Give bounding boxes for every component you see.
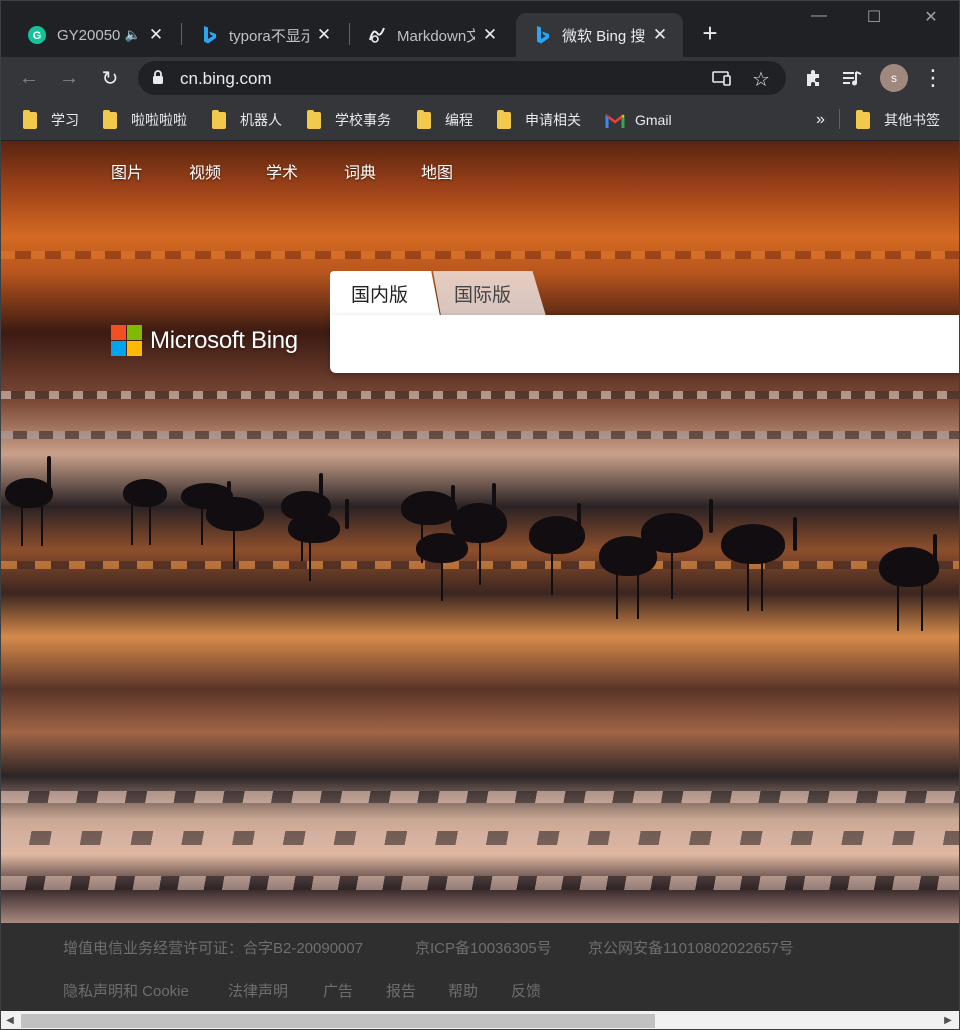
bookmark-label: Gmail [635,112,672,128]
footer-report-link[interactable]: 报告 [386,980,416,1001]
horizontal-scrollbar[interactable]: ◀ ▶ [1,1011,959,1029]
bookmark-label: 学校事务 [335,112,391,128]
svg-text:G: G [33,30,42,42]
forward-button[interactable]: → [52,61,86,95]
bookmark-label: 啦啦啦啦 [131,112,187,128]
bookmark-label: 机器人 [240,112,282,128]
scroll-left-arrow[interactable]: ◀ [3,1014,17,1028]
bing-icon [532,25,552,45]
bing-icon [199,25,219,45]
bookmarks-overflow-button[interactable]: » [816,107,825,133]
tab-title: GY20050 [57,26,121,44]
bookmarks-bar: 学习 啦啦啦啦 机器人 学校事务 编程 申请相关 Gmail » 其他书签 [1,99,959,141]
footer-license-text[interactable]: 增值电信业务经营许可证：合字B2-20090007 [63,937,363,958]
bookmark-gmail[interactable]: Gmail [605,107,672,133]
speaker-icon[interactable]: 🔈 [125,27,141,43]
sand-ripple [1,876,959,890]
search-input[interactable] [330,315,959,373]
water-ripple [1,391,959,399]
menu-icon[interactable]: ⋮ [916,61,950,95]
logo-text: Microsoft Bing [150,326,298,354]
footer-privacy-link[interactable]: 隐私声明和 Cookie [63,980,189,1001]
tab-title: 微软 Bing 搜 [562,27,645,45]
gmail-icon [605,113,625,128]
nav-videos[interactable]: 视频 [189,159,221,182]
footer-help-link[interactable]: 帮助 [448,980,478,1001]
folder-icon [307,109,321,129]
tab-grammarly[interactable]: G GY20050 🔈 ✕ [11,13,179,57]
nav-academic[interactable]: 学术 [266,159,298,182]
address-bar[interactable]: cn.bing.com ☆ [138,61,786,95]
tab-divider [181,23,182,45]
bookmark-folder[interactable]: 学校事务 [307,107,391,133]
back-button[interactable]: ← [12,61,46,95]
water-ripple [1,431,959,439]
new-tab-button[interactable]: + [696,19,724,47]
folder-icon [417,109,431,129]
tab-title: Markdown文 [397,27,475,45]
media-control-icon[interactable] [835,61,869,95]
nav-images[interactable]: 图片 [111,159,143,182]
bookmark-folder[interactable]: 学习 [23,107,79,133]
close-window-button[interactable]: ✕ [909,7,953,31]
footer-ads-link[interactable]: 广告 [323,980,353,1001]
nav-maps[interactable]: 地图 [421,159,453,182]
page-footer: 增值电信业务经营许可证：合字B2-20090007 京ICP备10036305号… [1,923,959,1011]
microsoft-logo-icon [111,325,142,356]
tab-international[interactable]: 国际版 [433,271,546,316]
browser-window: G GY20050 🔈 ✕ typora不显示 ✕ Markdown文 ✕ 微软… [0,0,960,1030]
url-text[interactable]: cn.bing.com [180,69,272,89]
bookmark-folder[interactable]: 编程 [417,107,473,133]
maximize-button[interactable]: ☐ [852,7,896,31]
bookmark-folder[interactable]: 申请相关 [497,107,581,133]
tab-domestic[interactable]: 国内版 [330,271,440,316]
bookmarks-divider [839,109,840,129]
folder-icon [23,109,37,129]
folder-icon [497,109,511,129]
bookmark-label: 学习 [51,112,79,128]
bookmark-label: 其他书签 [884,112,940,128]
reload-button[interactable]: ↻ [93,61,127,95]
folder-icon [212,109,226,129]
bookmark-folder[interactable]: 啦啦啦啦 [103,107,187,133]
avatar[interactable]: s [880,64,908,92]
tab-title: typora不显示 [229,27,309,45]
other-bookmarks-folder[interactable]: 其他书签 [856,107,940,133]
water-ripple [1,251,959,259]
tab-bing-active[interactable]: 微软 Bing 搜 ✕ [516,13,683,57]
star-icon[interactable]: ☆ [752,67,770,92]
close-icon[interactable]: ✕ [315,25,333,45]
tab-divider [349,23,350,45]
sand-ripple [1,831,959,845]
folder-icon [856,109,870,129]
bing-logo[interactable]: Microsoft Bing [111,325,298,356]
footer-feedback-link[interactable]: 反馈 [511,980,541,1001]
markdown-icon [367,25,387,45]
cast-icon[interactable] [712,69,732,92]
tab-markdown[interactable]: Markdown文 ✕ [351,13,513,57]
search-box[interactable] [330,315,959,373]
footer-police-link[interactable]: 京公网安备11010802022657号 [588,937,794,958]
footer-legal-link[interactable]: 法律声明 [228,980,288,1001]
lock-icon[interactable] [152,70,164,90]
folder-icon [103,109,117,129]
tab-strip: G GY20050 🔈 ✕ typora不显示 ✕ Markdown文 ✕ 微软… [1,1,959,57]
close-icon[interactable]: ✕ [481,25,499,45]
sand-ripple [1,791,959,803]
tab-typora[interactable]: typora不显示 ✕ [183,13,347,57]
bookmark-folder[interactable]: 机器人 [212,107,282,133]
scrollbar-thumb[interactable] [21,1014,655,1028]
browser-toolbar: ← → ↻ cn.bing.com ☆ ⋮ [1,57,959,99]
minimize-button[interactable]: — [797,7,841,31]
extensions-icon[interactable] [796,61,830,95]
nav-dictionary[interactable]: 词典 [344,159,376,182]
bookmark-label: 申请相关 [525,112,581,128]
grammarly-icon: G [27,25,47,45]
scroll-right-arrow[interactable]: ▶ [941,1014,955,1028]
bookmark-label: 编程 [445,112,473,128]
close-icon[interactable]: ✕ [147,25,165,45]
close-icon[interactable]: ✕ [651,25,669,45]
footer-icp-link[interactable]: 京ICP备10036305号 [415,937,552,958]
